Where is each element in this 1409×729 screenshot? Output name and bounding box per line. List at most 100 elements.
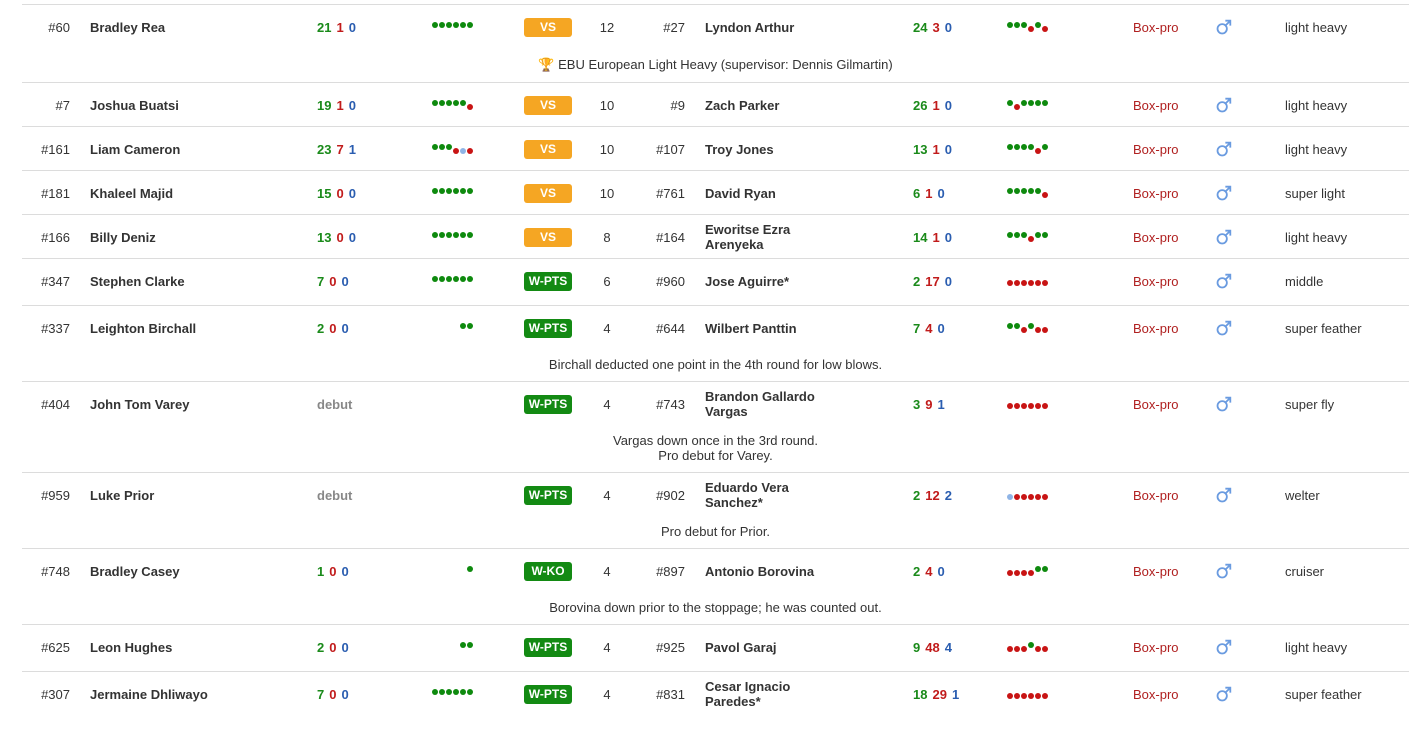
fighter1-name[interactable]: Luke Prior xyxy=(90,473,290,517)
form-loss-dot xyxy=(1035,693,1041,699)
fighter1-name[interactable]: Khaleel Majid xyxy=(90,171,290,215)
fighter2-name[interactable]: Eworitse Ezra Arenyeka xyxy=(705,215,845,259)
result-badge[interactable]: W-PTS xyxy=(524,637,572,657)
note-line: Vargas down once in the 3rd round. xyxy=(612,432,818,448)
fighter2-rank: #164 xyxy=(656,229,685,245)
record-draws: 0 xyxy=(944,97,952,113)
record-losses: 1 xyxy=(336,19,344,35)
record: 14 1 0 xyxy=(913,215,993,259)
record: 9 48 4 xyxy=(913,625,993,669)
record: 2 12 2 xyxy=(913,473,993,517)
form-loss-dot xyxy=(1014,104,1020,110)
form-win-dot xyxy=(1014,144,1020,150)
vs-badge[interactable]: VS xyxy=(524,183,572,203)
bout-row: #625 Leon Hughes 2 0 0 W-PTS 4 #925 Pavol Garaj 9… xyxy=(22,624,1409,672)
fighter2-name[interactable]: Pavol Garaj xyxy=(705,625,845,669)
promoter-link[interactable]: Box-pro xyxy=(1133,5,1193,49)
fighter1-name[interactable]: John Tom Varey xyxy=(90,382,290,426)
form-loss-dot xyxy=(1021,494,1027,500)
male-icon xyxy=(1212,259,1236,303)
record-wins: 6 xyxy=(913,185,921,201)
fighter2-name[interactable]: Brandon Gallardo Vargas xyxy=(705,382,845,426)
fighter2-name[interactable]: Wilbert Panttin xyxy=(705,306,845,350)
fighter2-name[interactable]: Troy Jones xyxy=(705,127,845,171)
weight-division: super feather xyxy=(1285,320,1362,336)
fighter1-debut: debut xyxy=(317,396,353,412)
promoter-link[interactable]: Box-pro xyxy=(1133,382,1193,426)
result-badge[interactable]: W-PTS xyxy=(524,684,572,704)
fighter1-debut: debut xyxy=(317,487,353,503)
fighter1-name[interactable]: Leon Hughes xyxy=(90,625,290,669)
promoter-link[interactable]: Box-pro xyxy=(1133,473,1193,517)
fighter2-name[interactable]: Cesar Ignacio Paredes* xyxy=(705,672,845,716)
fighter2-name[interactable]: Lyndon Arthur xyxy=(705,5,845,49)
record-wins: 24 xyxy=(913,19,928,35)
fighter1-name[interactable]: Bradley Casey xyxy=(90,549,290,593)
result-cell: W-PTS xyxy=(524,672,572,716)
record: 740 xyxy=(913,306,993,350)
result-cell: VS xyxy=(524,171,572,215)
fighter1-rank: #625 xyxy=(41,639,70,655)
fighter1-name[interactable]: Joshua Buatsi xyxy=(90,83,290,127)
fighter2-name[interactable]: Antonio Borovina xyxy=(705,549,845,593)
form-loss-dot xyxy=(1028,236,1034,242)
scheduled-rounds: 4 xyxy=(603,487,611,503)
record: 700 xyxy=(317,259,397,303)
form-win-dot xyxy=(1035,100,1041,106)
result-badge[interactable]: W-PTS xyxy=(524,485,572,505)
vs-badge[interactable]: VS xyxy=(524,17,572,37)
form-loss-dot xyxy=(1021,327,1027,333)
result-badge[interactable]: W-KO xyxy=(524,561,572,581)
promoter-link[interactable]: Box-pro xyxy=(1133,83,1193,127)
fighter2-rank: #960 xyxy=(656,273,685,289)
fighter1-name[interactable]: Stephen Clarke xyxy=(90,259,290,303)
promoter-link[interactable]: Box-pro xyxy=(1133,215,1193,259)
form-win-dot xyxy=(446,100,452,106)
result-cell: W-PTS xyxy=(524,259,572,303)
form-draw-dot xyxy=(1007,494,1013,500)
fighter2-name[interactable]: Jose Aguirre* xyxy=(705,259,845,303)
fighter1-rank: #60 xyxy=(48,19,70,35)
promoter-link[interactable]: Box-pro xyxy=(1133,306,1193,350)
fighter2-name[interactable]: Eduardo Vera Sanchez* xyxy=(705,473,845,517)
fighter1-name[interactable]: Liam Cameron xyxy=(90,127,290,171)
weight-division: middle xyxy=(1285,273,1324,289)
record-losses: 0 xyxy=(329,273,337,289)
vs-badge[interactable]: VS xyxy=(524,95,572,115)
bout-row: #959 Luke Prior debut W-PTS 4 #902 Eduardo Ver… xyxy=(22,472,1409,549)
result-badge[interactable]: W-PTS xyxy=(524,394,572,414)
fighter2-name[interactable]: Zach Parker xyxy=(705,83,845,127)
fighter2-name[interactable]: David Ryan xyxy=(705,171,845,215)
result-badge[interactable]: W-PTS xyxy=(524,271,572,291)
promoter-link[interactable]: Box-pro xyxy=(1133,672,1193,716)
promoter-link[interactable]: Box-pro xyxy=(1133,259,1193,303)
form-loss-dot xyxy=(1007,570,1013,576)
note-line: Pro debut for Varey. xyxy=(658,447,773,463)
record-losses: 1 xyxy=(932,141,940,157)
fighter1-name[interactable]: Billy Deniz xyxy=(90,215,290,259)
record-losses: 1 xyxy=(925,185,933,201)
promoter-link[interactable]: Box-pro xyxy=(1133,549,1193,593)
form-loss-dot xyxy=(453,148,459,154)
result-cell: W-PTS xyxy=(524,382,572,426)
fighter1-name[interactable]: Leighton Birchall xyxy=(90,306,290,350)
promoter-link[interactable]: Box-pro xyxy=(1133,171,1193,215)
record-draws: 0 xyxy=(348,229,356,245)
record-wins: 2 xyxy=(913,273,921,289)
result-cell: W-PTS xyxy=(524,473,572,517)
record-wins: 14 xyxy=(913,229,928,245)
result-badge[interactable]: W-PTS xyxy=(524,318,572,338)
recent-form xyxy=(392,473,474,517)
scheduled-rounds: 6 xyxy=(603,273,611,289)
promoter-link[interactable]: Box-pro xyxy=(1133,127,1193,171)
fighter1-rank: #161 xyxy=(41,141,70,157)
fighter1-rank: #7 xyxy=(55,97,70,113)
form-win-dot xyxy=(446,188,452,194)
form-win-dot xyxy=(1021,100,1027,106)
fighter1-name[interactable]: Jermaine Dhliwayo xyxy=(90,672,290,716)
fighter1-name[interactable]: Bradley Rea xyxy=(90,5,290,49)
record-losses: 4 xyxy=(925,563,933,579)
vs-badge[interactable]: VS xyxy=(524,227,572,247)
vs-badge[interactable]: VS xyxy=(524,139,572,159)
promoter-link[interactable]: Box-pro xyxy=(1133,625,1193,669)
